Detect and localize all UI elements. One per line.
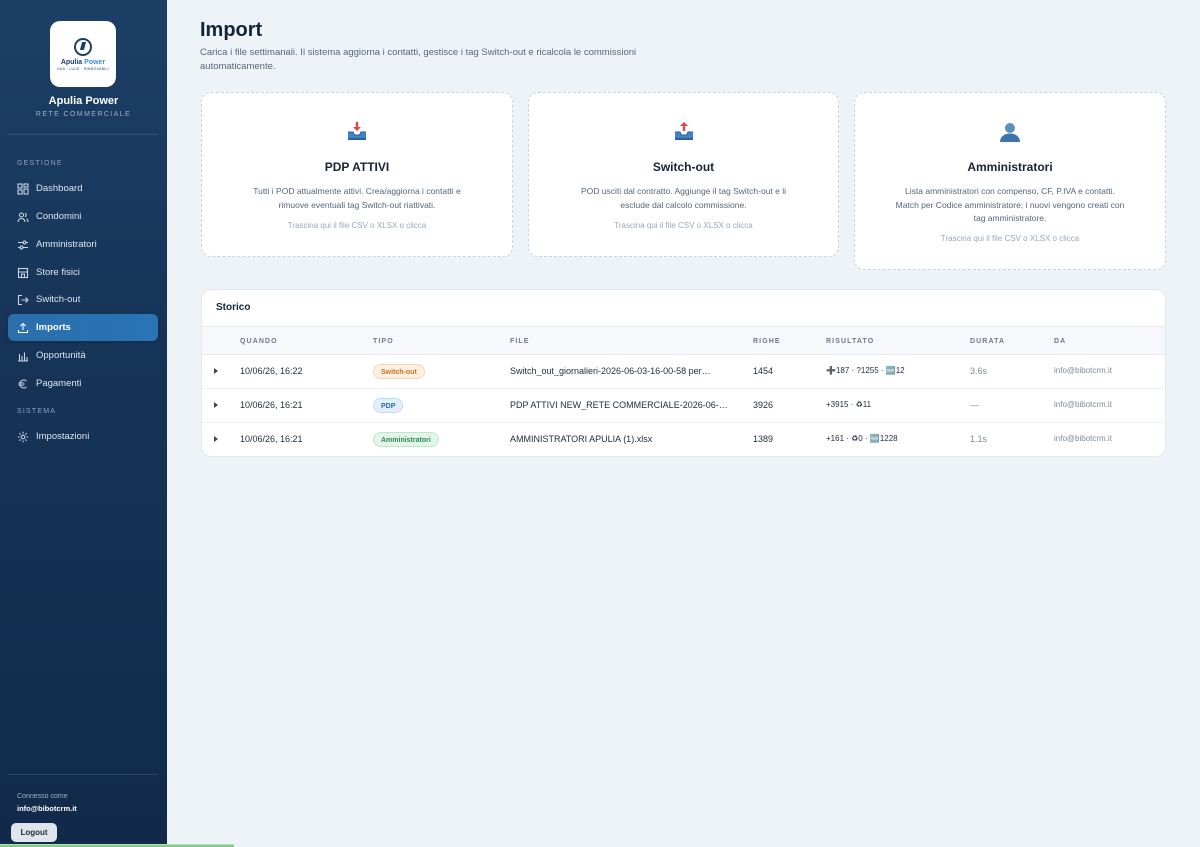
cell-when: 10/06/26, 16:21 — [240, 400, 303, 410]
sidebar-item-label: Condomini — [36, 211, 82, 222]
sidebar-divider — [8, 774, 158, 775]
column-header-risultato: RISULTATO — [826, 338, 875, 345]
card-title: Switch-out — [652, 160, 715, 174]
sidebar-item-label: Pagamenti — [36, 378, 82, 389]
table-header: QUANDO TIPO FILE RIGHE RISULTATO DURATA … — [202, 326, 1165, 355]
table-row[interactable]: 10/06/26, 16:22 Switch-out Switch_out_gi… — [202, 355, 1165, 389]
power-bolt-icon — [74, 37, 92, 56]
expand-caret-icon[interactable] — [214, 402, 218, 408]
column-header-quando: QUANDO — [240, 338, 278, 345]
store-icon — [17, 267, 29, 279]
cell-file: AMMINISTRATORI APULIA (1).xlsx — [510, 434, 653, 444]
cell-file: Switch_out_giornalieri-2026-06-03-16-00-… — [510, 366, 711, 376]
type-badge: Amministratori — [373, 432, 439, 447]
type-badge: Switch-out — [373, 364, 425, 379]
logout-arrow-icon — [17, 294, 29, 306]
brand-logo[interactable]: Apulia Power GAS · LUCE · RINNOVABILI — [50, 21, 116, 87]
cell-duration: 3.6s — [970, 366, 988, 376]
sidebar-item-amministratori[interactable]: Amministratori — [8, 231, 158, 258]
cell-duration: — — [970, 400, 979, 410]
section-label-gestione: GESTIONE — [17, 160, 63, 167]
brand-subtitle: RETE COMMERCIALE — [35, 111, 132, 118]
currency-icon — [17, 378, 29, 390]
expand-caret-icon[interactable] — [214, 368, 218, 374]
cell-user: info@bibotcrm.it — [1054, 400, 1112, 409]
history-title: Storico — [216, 302, 251, 313]
column-header-file: FILE — [510, 338, 530, 345]
page-title: Import — [200, 19, 263, 41]
sidebar-item-label: Imports — [36, 322, 71, 333]
bar-chart-icon — [17, 350, 29, 362]
card-description: POD usciti dal contratto. Aggiunge il ta… — [580, 186, 787, 210]
upload-icon — [17, 322, 29, 334]
sidebar-item-pagamenti[interactable]: Pagamenti — [8, 370, 158, 397]
logo-wordmark: Apulia Power — [60, 58, 106, 66]
sidebar-item-label: Impostazioni — [36, 431, 90, 442]
brand-title: Apulia Power — [48, 95, 119, 107]
type-badge: PDP — [373, 398, 404, 413]
cell-when: 10/06/26, 16:22 — [240, 366, 303, 376]
upload-card-pdp-attivi[interactable]: PDP ATTIVI Tutti i POD attualmente attiv… — [201, 92, 513, 257]
logout-button[interactable]: Logout — [11, 823, 57, 842]
sidebar-item-impostazioni[interactable]: Impostazioni — [8, 423, 158, 450]
page-description: Carica i file settimanali. Il sistema ag… — [200, 47, 637, 72]
logo-tagline: GAS · LUCE · RINNOVABILI — [56, 66, 110, 71]
connected-user-email: info@bibotcrm.it — [17, 804, 77, 813]
cell-rows: 3926 — [753, 400, 774, 410]
column-header-da: DA — [1054, 338, 1067, 345]
sidebar-item-label: Dashboard — [36, 183, 83, 194]
sidebar-item-dashboard[interactable]: Dashboard — [8, 175, 158, 202]
sidebar-item-store-fisici[interactable]: Store fisici — [8, 259, 158, 286]
table-row[interactable]: 10/06/26, 16:21 PDP PDP ATTIVI NEW_RETE … — [202, 389, 1165, 423]
outbox-tray-icon — [529, 121, 838, 143]
sidebar-item-label: Amministratori — [36, 239, 97, 250]
users-icon — [17, 211, 29, 223]
card-description: Tutti i POD attualmente attivi. Crea/agg… — [253, 186, 461, 210]
cell-result: +3915 · ♻11 — [826, 400, 872, 409]
sidebar-divider — [8, 134, 158, 135]
column-header-righe: RIGHE — [753, 338, 781, 345]
cell-result: ➕187 · ?1255 · 🆕12 — [826, 366, 905, 375]
cell-file: PDP ATTIVI NEW_RETE COMMERCIALE-2026-06-… — [510, 400, 728, 410]
import-history-panel: Storico QUANDO TIPO FILE RIGHE RISULTATO… — [201, 289, 1166, 457]
card-description: Lista amministratori con compenso, CF, P… — [895, 186, 1125, 223]
grid-icon — [17, 182, 29, 195]
table-row[interactable]: 10/06/26, 16:21 Amministratori AMMINISTR… — [202, 423, 1165, 456]
sidebar-item-condomini[interactable]: Condomini — [8, 203, 158, 230]
sidebar-item-label: Opportunità — [36, 350, 86, 361]
sliders-icon — [17, 239, 29, 251]
sidebar-item-switch-out[interactable]: Switch-out — [8, 286, 158, 313]
cell-result: +161 · ♻0 · 🆕1228 — [826, 434, 898, 443]
cell-rows: 1454 — [753, 366, 774, 376]
section-label-sistema: SISTEMA — [17, 408, 57, 415]
inbox-tray-icon — [202, 121, 512, 143]
connected-as-label: Connesso come — [17, 793, 68, 800]
cell-rows: 1389 — [753, 434, 774, 444]
cell-user: info@bibotcrm.it — [1054, 434, 1112, 443]
upload-card-amministratori[interactable]: Amministratori Lista amministratori con … — [854, 92, 1166, 270]
expand-caret-icon[interactable] — [214, 436, 218, 442]
upload-card-switch-out[interactable]: Switch-out POD usciti dal contratto. Agg… — [528, 92, 839, 257]
person-silhouette-icon — [855, 121, 1165, 143]
card-title: Amministratori — [967, 160, 1053, 174]
cell-when: 10/06/26, 16:21 — [240, 434, 303, 444]
sidebar-item-label: Store fisici — [36, 267, 80, 278]
gear-icon — [17, 431, 29, 443]
card-title: PDP ATTIVI — [324, 160, 390, 174]
sidebar-item-label: Switch-out — [36, 294, 81, 305]
sidebar-item-imports[interactable]: Imports — [8, 314, 158, 341]
column-header-tipo: TIPO — [373, 338, 394, 345]
cell-user: info@bibotcrm.it — [1054, 366, 1112, 375]
drop-hint: Trascina qui il file CSV o XLSX o clicca — [940, 234, 1080, 243]
sidebar-item-opportunita[interactable]: Opportunità — [8, 342, 158, 369]
sidebar: Apulia Power GAS · LUCE · RINNOVABILI Ap… — [0, 0, 167, 847]
cell-duration: 1.1s — [970, 434, 988, 444]
drop-hint: Trascina qui il file CSV o XLSX o clicca — [614, 221, 753, 230]
column-header-durata: DURATA — [970, 338, 1006, 345]
drop-hint: Trascina qui il file CSV o XLSX o clicca — [287, 221, 427, 230]
